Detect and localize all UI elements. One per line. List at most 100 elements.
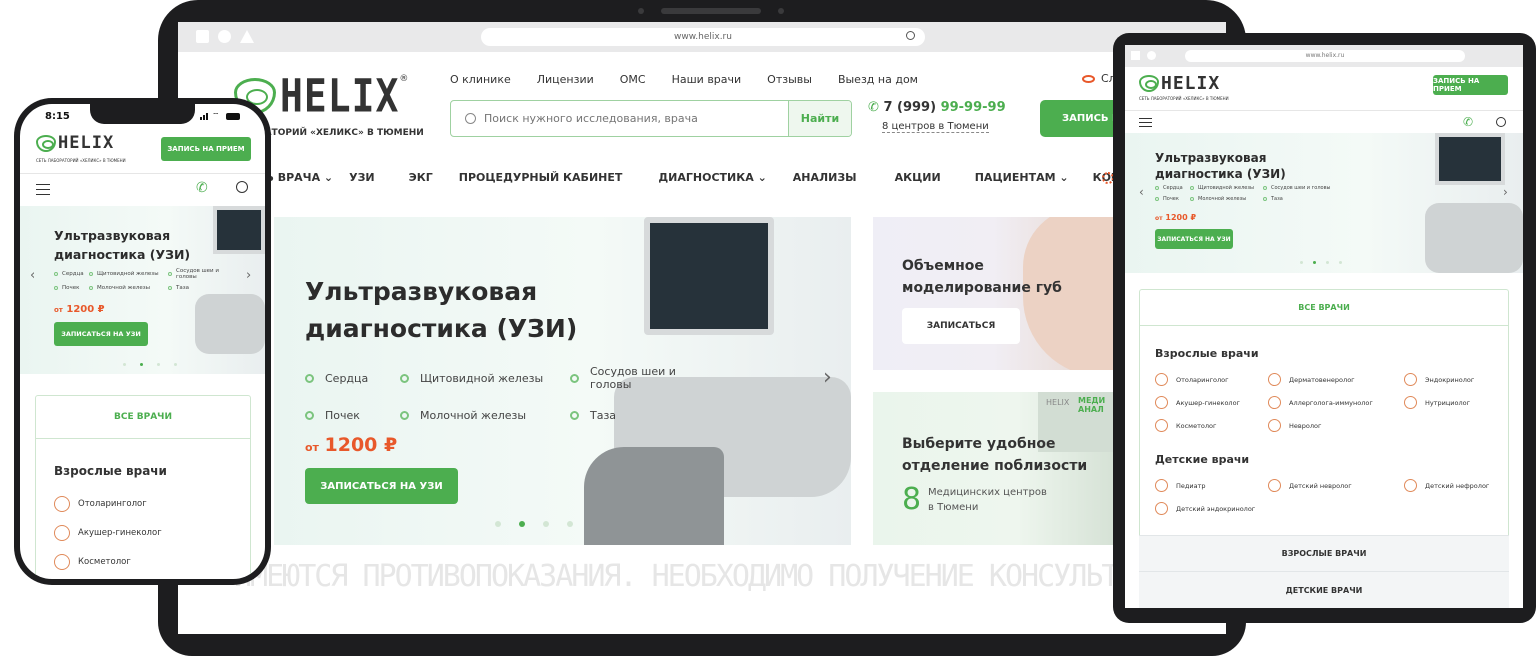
- top-link-licenses[interactable]: Лицензии: [537, 73, 594, 86]
- pager-dot[interactable]: [567, 521, 573, 527]
- doctor-item[interactable]: Косметолог: [54, 554, 162, 570]
- pager-dot[interactable]: [174, 363, 177, 366]
- window-triangle-icon: [240, 30, 254, 43]
- hero-item[interactable]: Молочной железы: [1190, 196, 1263, 202]
- hero-banner: Ультразвуковая диагностика (УЗИ) Сердца …: [274, 217, 851, 545]
- hero-item[interactable]: Сосудов шеи и головы: [1263, 185, 1343, 191]
- top-link-oms[interactable]: ОМС: [620, 73, 646, 86]
- pager-dot[interactable]: [1300, 261, 1303, 264]
- hero-item[interactable]: Сердца: [54, 268, 89, 280]
- promo-lips-title: Объемное моделирование губ: [902, 258, 1062, 296]
- next-slide-arrow[interactable]: ›: [823, 365, 832, 390]
- phone-number[interactable]: 99-99-99: [941, 100, 1006, 115]
- search-input[interactable]: [484, 101, 788, 136]
- pager-dot-active[interactable]: [1313, 261, 1316, 264]
- hero-banner: Ультразвуковая диагностика (УЗИ) Сердца Щ…: [20, 206, 265, 374]
- doctor-item[interactable]: Отоларинголог: [54, 496, 162, 512]
- hero-item[interactable]: Таза: [1263, 196, 1343, 202]
- hamburger-icon[interactable]: [1139, 118, 1152, 127]
- phone-prefix[interactable]: 7 (999): [883, 100, 936, 115]
- search-icon[interactable]: [1496, 117, 1506, 127]
- doctor-item[interactable]: Педиатр: [1155, 479, 1268, 492]
- centers-link[interactable]: 8 центров в Тюмени: [882, 121, 989, 133]
- hero-item[interactable]: Почек: [1155, 196, 1190, 202]
- hero-item[interactable]: Сердца: [305, 365, 400, 391]
- address-bar[interactable]: www.helix.ru: [1185, 50, 1465, 62]
- address-bar[interactable]: www.helix.ru: [481, 28, 925, 46]
- pager-dot[interactable]: [495, 521, 501, 527]
- doctor-item[interactable]: Акушер-гинеколог: [1155, 396, 1268, 409]
- nav-item-uzi[interactable]: УЗИ: [349, 171, 375, 184]
- hamburger-icon[interactable]: [36, 184, 50, 195]
- logo-tagline: СЕТЬ ЛАБОРАТОРИЙ «ХЕЛИКС» В ТЮМЕНИ: [1139, 96, 1229, 101]
- doctor-item[interactable]: Акушер-гинеколог: [54, 525, 162, 541]
- phone-icon[interactable]: ✆: [196, 180, 208, 196]
- next-slide-arrow[interactable]: ›: [246, 268, 251, 283]
- doctor-item[interactable]: Отоларинголог: [1155, 373, 1268, 386]
- pager-dot[interactable]: [157, 363, 160, 366]
- hero-item[interactable]: Сосудов шеи и головы: [570, 365, 720, 391]
- pager-dot[interactable]: [1339, 261, 1342, 264]
- logo[interactable]: HELIX: [36, 133, 114, 153]
- pager-dot[interactable]: [543, 521, 549, 527]
- tab-all-doctors[interactable]: ВСЕ ВРАЧИ: [36, 396, 250, 439]
- nav-item-analyses[interactable]: АНАЛИЗЫ: [793, 171, 857, 184]
- hero-item[interactable]: Щитовидной железы: [89, 268, 168, 280]
- doctor-item[interactable]: Нутрициолог: [1404, 396, 1504, 409]
- hero-cta-button[interactable]: ЗАПИСАТЬСЯ НА УЗИ: [54, 322, 148, 346]
- next-slide-arrow[interactable]: ›: [1503, 185, 1508, 199]
- nav-item-diagnostics[interactable]: ДИАГНОСТИКА ⌄: [658, 171, 766, 184]
- phone-icon[interactable]: ✆: [1463, 115, 1473, 129]
- hero-banner: Ультразвуковая диагностика (УЗИ) Сердца Щ…: [1125, 133, 1523, 273]
- search-button[interactable]: Найти: [788, 101, 851, 136]
- hero-item[interactable]: Таза: [570, 409, 720, 422]
- prev-slide-arrow[interactable]: ‹: [1139, 185, 1144, 199]
- logo-reg: ®: [399, 74, 409, 84]
- hero-cta-button[interactable]: ЗАПИСАТЬСЯ НА УЗИ: [305, 468, 458, 504]
- doctor-item[interactable]: Невролог: [1268, 419, 1404, 432]
- nav-item-promos[interactable]: АКЦИИ: [895, 171, 941, 184]
- top-link-reviews[interactable]: Отзывы: [767, 73, 812, 86]
- top-link-about[interactable]: О клинике: [450, 73, 511, 86]
- hero-item[interactable]: Почек: [305, 409, 400, 422]
- hero-item[interactable]: Молочной железы: [89, 285, 168, 291]
- doctor-item[interactable]: Дерматовенеролог: [1268, 373, 1404, 386]
- tab-adult-doctors[interactable]: ВЗРОСЛЫЕ ВРАЧИ: [1139, 535, 1509, 571]
- doctor-item[interactable]: Аллерголога-иммунолог: [1268, 396, 1404, 409]
- pager-dot[interactable]: [123, 363, 126, 366]
- nav-item-patients[interactable]: ПАЦИЕНТАМ ⌄: [975, 171, 1069, 184]
- doctor-item[interactable]: Детский эндокринолог: [1155, 502, 1268, 515]
- top-link-doctors[interactable]: Наши врачи: [672, 73, 742, 86]
- hero-item[interactable]: Сердца: [1155, 185, 1190, 191]
- search-icon[interactable]: [906, 31, 915, 40]
- nav-item-procedure[interactable]: ПРОЦЕДУРНЫЙ КАБИНЕТ: [459, 171, 623, 184]
- hero-item[interactable]: Щитовидной железы: [1190, 185, 1263, 191]
- pager-dot-active[interactable]: [140, 363, 143, 366]
- hero-cta-button[interactable]: ЗАПИСАТЬСЯ НА УЗИ: [1155, 229, 1233, 249]
- search-icon[interactable]: [236, 181, 248, 193]
- hero-item[interactable]: Почек: [54, 285, 89, 291]
- top-links: О клинике Лицензии ОМС Наши врачи Отзывы…: [450, 73, 918, 86]
- doctor-item[interactable]: Детский невролог: [1268, 479, 1404, 492]
- hero-item[interactable]: Таза: [168, 285, 238, 291]
- top-link-home-visit[interactable]: Выезд на дом: [838, 73, 918, 86]
- pager-dot-active[interactable]: [519, 521, 525, 527]
- cosmetology-icon: [1155, 419, 1168, 432]
- nav-item-ekg[interactable]: ЭКГ: [409, 171, 433, 184]
- doctor-item[interactable]: Детский нефролог: [1404, 479, 1504, 492]
- tab-kids-doctors[interactable]: ДЕТСКИЕ ВРАЧИ: [1139, 571, 1509, 608]
- appointment-button[interactable]: ЗАПИСЬ НА ПРИЕМ: [1433, 75, 1508, 95]
- pager-dot[interactable]: [1326, 261, 1329, 264]
- desktop-screen: www.helix.ru HELIX ® РАТОРИЙ «ХЕЛИКС» В …: [178, 22, 1226, 634]
- vision-toggle[interactable]: Сл: [1082, 72, 1116, 85]
- prev-slide-arrow[interactable]: ‹: [30, 268, 35, 283]
- promo-lips-button[interactable]: ЗАПИСАТЬСЯ: [902, 308, 1020, 344]
- appointment-button[interactable]: ЗАПИСЬ НА ПРИЕМ: [161, 137, 251, 161]
- doctor-item[interactable]: Эндокринолог: [1404, 373, 1504, 386]
- hero-item[interactable]: Молочной железы: [400, 409, 570, 422]
- logo[interactable]: HELIX: [1139, 73, 1220, 94]
- tab-all-doctors[interactable]: ВСЕ ВРАЧИ: [1140, 290, 1508, 326]
- hero-item[interactable]: Сосудов шеи и головы: [168, 268, 238, 280]
- doctor-item[interactable]: Косметолог: [1155, 419, 1268, 432]
- hero-item[interactable]: Щитовидной железы: [400, 365, 570, 391]
